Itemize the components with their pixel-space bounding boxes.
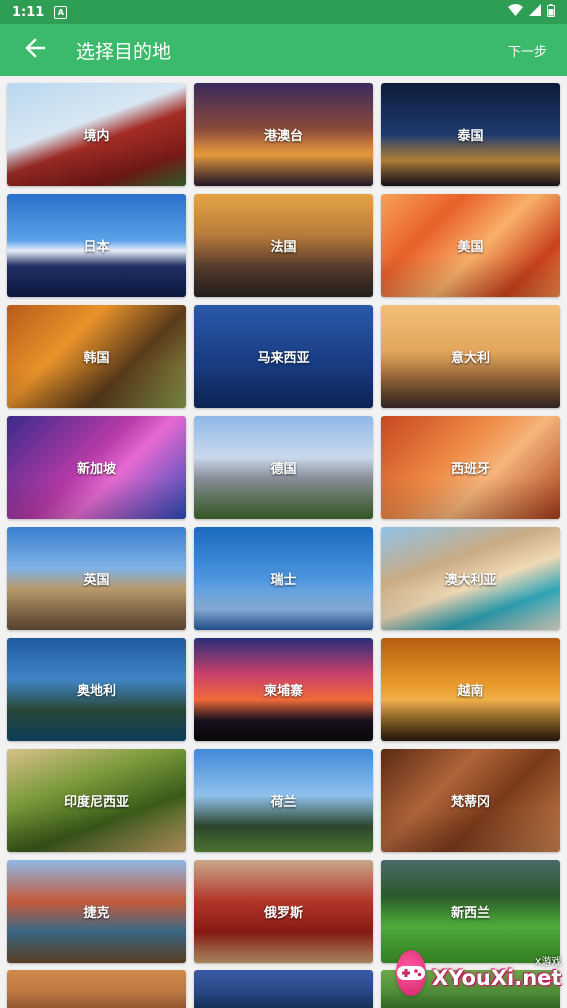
back-button[interactable] [20, 35, 50, 65]
app-bar: 选择目的地 下一步 [0, 24, 567, 76]
destination-label: 日本 [83, 240, 110, 255]
destination-label: 俄罗斯 [263, 906, 303, 921]
destination-label: 澳大利亚 [444, 573, 497, 588]
destination-label: 新西兰 [450, 906, 490, 921]
destination-label: 捷克 [83, 906, 110, 921]
destination-label: 印度尼西亚 [63, 795, 129, 810]
destination-tile[interactable]: 俄罗斯 [194, 860, 373, 963]
destination-tile[interactable]: 日本 [7, 194, 186, 297]
gamepad-logo-icon [396, 950, 426, 996]
destination-tile[interactable]: 意大利 [381, 305, 560, 408]
destination-label: 美国 [457, 240, 484, 255]
destination-tile[interactable]: 境内 [7, 83, 186, 186]
battery-icon [547, 3, 555, 21]
destination-label: 意大利 [450, 351, 490, 366]
destination-tile[interactable]: 美国 [381, 194, 560, 297]
destination-label: 英国 [83, 573, 110, 588]
destination-tile[interactable]: 法国 [194, 194, 373, 297]
destination-tile[interactable]: 澳大利亚 [381, 527, 560, 630]
destination-label: 瑞士 [270, 573, 297, 588]
status-left: 1:11 A [12, 4, 68, 20]
destination-label: 奥地利 [76, 684, 116, 699]
wifi-icon [508, 4, 523, 20]
destination-tile[interactable]: 捷克 [7, 860, 186, 963]
watermark-main-text: XYouXi.net [432, 965, 562, 990]
destination-tile[interactable]: 德国 [194, 416, 373, 519]
status-right [508, 3, 555, 21]
destination-tile[interactable]: 柬埔寨 [194, 638, 373, 741]
signal-icon [529, 4, 541, 20]
destination-label: 泰国 [457, 129, 484, 144]
destination-label: 马来西亚 [257, 351, 310, 366]
destination-label: 法国 [270, 240, 297, 255]
arrow-left-icon [25, 38, 46, 62]
destination-label: 境内 [83, 129, 110, 144]
destination-label: 西班牙 [450, 462, 490, 477]
destination-label: 柬埔寨 [263, 684, 303, 699]
destination-tile[interactable]: 印度尼西亚 [7, 749, 186, 852]
destination-tile[interactable]: 泰国 [381, 83, 560, 186]
page-title: 选择目的地 [76, 40, 172, 63]
destination-label: 韩国 [83, 351, 110, 366]
destination-tile[interactable]: 瑞士 [194, 527, 373, 630]
destination-tile[interactable]: 梵蒂冈 [381, 749, 560, 852]
status-bar: 1:11 A [0, 0, 567, 24]
destination-tile[interactable] [7, 970, 186, 1008]
destination-label: 越南 [457, 684, 484, 699]
destination-label: 新加坡 [76, 462, 116, 477]
notification-icon: A [54, 5, 68, 19]
destination-tile[interactable]: 马来西亚 [194, 305, 373, 408]
watermark-text: X游戏 XYouXi.net [432, 957, 562, 990]
destination-tile[interactable]: 奥地利 [7, 638, 186, 741]
destination-tile[interactable]: 西班牙 [381, 416, 560, 519]
destination-grid: 境内 港澳台 泰国日本 法国 美国韩国 马来西亚 意大利新加坡 德国 西班牙英国 瑞士 澳大利亚奥地… [7, 83, 560, 963]
destination-label: 德国 [270, 462, 297, 477]
destination-tile[interactable]: 新加坡 [7, 416, 186, 519]
destination-label: 梵蒂冈 [450, 795, 490, 810]
destination-label: 港澳台 [263, 129, 303, 144]
destination-tile[interactable] [194, 970, 373, 1008]
destination-tile[interactable]: 港澳台 [194, 83, 373, 186]
destination-tile[interactable]: 英国 [7, 527, 186, 630]
destination-tile[interactable]: 韩国 [7, 305, 186, 408]
status-time: 1:11 [12, 4, 45, 20]
site-watermark: X游戏 XYouXi.net [396, 944, 561, 1002]
destination-label: 荷兰 [270, 795, 297, 810]
destination-tile[interactable]: 越南 [381, 638, 560, 741]
destination-tile[interactable]: 荷兰 [194, 749, 373, 852]
next-step-button[interactable]: 下一步 [500, 35, 555, 66]
